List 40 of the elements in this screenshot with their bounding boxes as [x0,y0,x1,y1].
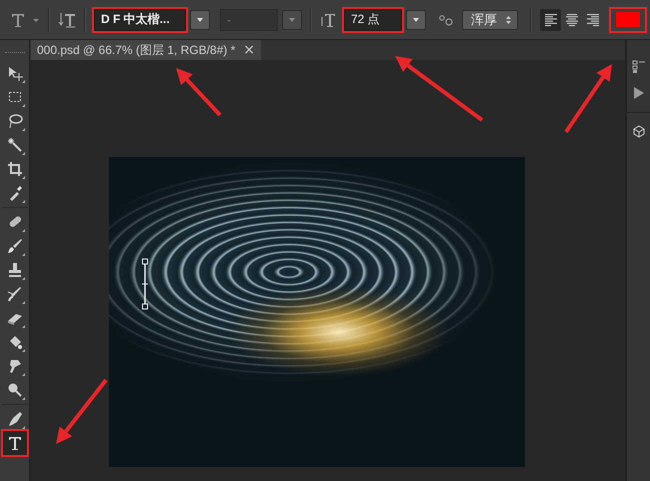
align-left-button[interactable] [540,8,561,30]
align-left-icon [542,12,558,28]
lasso-icon [6,113,22,129]
vertical-type-icon[interactable] [58,10,76,28]
layers-list-icon[interactable] [632,60,646,74]
caret-icon [288,16,296,22]
caret-icon [196,16,204,22]
brush-icon [6,238,22,254]
stepper-icon [505,14,512,24]
pen-nib-icon [6,411,22,427]
font-family-field[interactable]: D F 中太楷... [94,8,186,30]
document-title: 000.psd @ 66.7% (图层 1, RGB/8#) * [37,42,236,58]
align-center-icon [564,12,580,28]
document-tab[interactable]: 000.psd @ 66.7% (图层 1, RGB/8#) * × [31,40,262,60]
stamp-icon [6,262,22,278]
lollipop-icon [6,382,22,398]
caret-icon[interactable] [32,16,40,22]
move-icon [6,65,22,81]
font-size-field[interactable]: 72 点 [344,8,402,30]
cube-icon[interactable] [632,125,646,139]
dashed-rectangle-icon [6,89,22,105]
font-size-dropdown-button[interactable] [406,10,426,30]
font-style-dropdown-button[interactable] [282,10,302,30]
history-brush-icon [6,286,22,302]
crop-icon [6,161,22,177]
annotation-arrow [564,64,612,134]
anti-alias-select[interactable]: 浑厚 [462,10,518,30]
align-right-icon [584,12,600,28]
annotation-arrow [176,68,222,116]
close-tab-button[interactable]: × [243,42,256,58]
text-cursor-icon [140,258,150,310]
caret-icon [412,16,420,22]
play-icon[interactable] [632,86,644,100]
annotation-arrow [56,378,108,444]
font-family-dropdown-button[interactable] [190,10,210,30]
type-icon [6,435,22,451]
anti-alias-icon [438,12,454,26]
magic-wand-icon [6,137,22,153]
text-color-swatch[interactable] [611,8,645,30]
type-tool-button[interactable] [2,431,26,455]
